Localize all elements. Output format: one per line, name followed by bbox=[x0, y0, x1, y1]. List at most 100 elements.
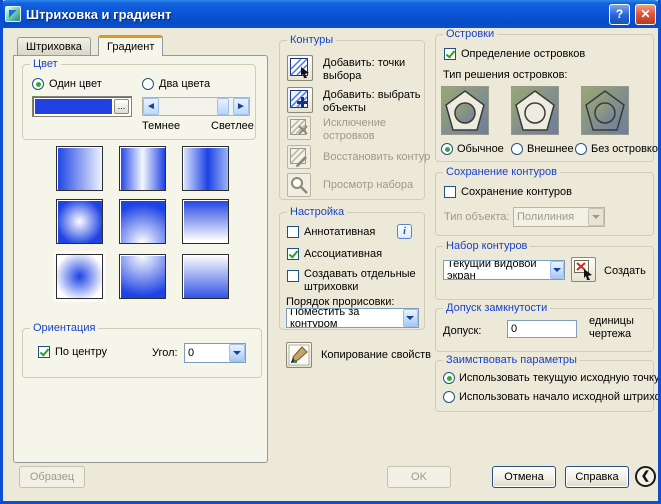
draw-order-combo-arrow-icon[interactable] bbox=[402, 309, 418, 327]
add-select-objects-label[interactable]: Добавить: выбрать объекты bbox=[323, 89, 423, 115]
island-detection-checkbox[interactable] bbox=[444, 48, 456, 60]
island-detection-label[interactable]: Определение островков bbox=[461, 48, 585, 60]
recreate-boundary-label: Восстановить контур bbox=[323, 151, 431, 163]
pick-points-icon bbox=[290, 58, 309, 78]
use-source-origin-label[interactable]: Использовать начало исходной штриховки bbox=[459, 391, 658, 403]
preview-button: Образец bbox=[19, 466, 85, 488]
recreate-boundary-button bbox=[287, 145, 311, 169]
remove-islands-button bbox=[287, 116, 311, 140]
options-group-title: Настройка bbox=[287, 206, 348, 218]
gradient-swatch-inverted-curved[interactable] bbox=[182, 254, 229, 299]
gap-units-label-line1: единицы bbox=[589, 315, 634, 327]
boundary-set-combo[interactable]: Текущий видовой экран bbox=[443, 260, 565, 280]
gradient-swatch-hemispherical[interactable] bbox=[119, 199, 166, 244]
close-button[interactable]: ✕ bbox=[635, 3, 656, 25]
remove-islands-icon bbox=[290, 119, 308, 135]
add-pick-points-label[interactable]: Добавить: точки выбора bbox=[323, 57, 423, 83]
inherit-properties-button[interactable] bbox=[286, 342, 312, 368]
associative-checkbox[interactable] bbox=[287, 248, 299, 260]
color-swatch-well: ... bbox=[32, 96, 132, 117]
gradient-swatch-inverted-spherical-selected[interactable] bbox=[54, 252, 105, 301]
annotative-checkbox[interactable] bbox=[287, 226, 299, 238]
draw-order-label: Порядок прорисовки: bbox=[286, 296, 395, 308]
shade-right-arrow[interactable]: ► bbox=[233, 98, 249, 115]
island-style-outer-image[interactable] bbox=[511, 86, 559, 135]
add-pick-points-button[interactable] bbox=[287, 55, 313, 81]
island-normal-label[interactable]: Обычное bbox=[457, 143, 504, 155]
separate-hatches-checkbox[interactable] bbox=[287, 270, 299, 282]
object-type-value: Полилиния bbox=[517, 211, 575, 223]
use-current-origin-radio[interactable] bbox=[443, 372, 455, 384]
one-color-radio[interactable] bbox=[32, 78, 44, 90]
draw-order-combo[interactable]: Поместить за контуром bbox=[286, 308, 419, 328]
cancel-button[interactable]: Отмена bbox=[492, 466, 556, 488]
shade-left-arrow[interactable]: ◄ bbox=[143, 98, 159, 115]
gradient-swatch-linear[interactable] bbox=[56, 146, 103, 191]
help-titlebar-button[interactable]: ? bbox=[609, 3, 630, 25]
orientation-group-title: Ориентация bbox=[30, 322, 99, 334]
angle-combo[interactable]: 0 bbox=[184, 343, 246, 363]
view-selections-label: Просмотр набора bbox=[323, 179, 414, 191]
use-current-origin-label[interactable]: Использовать текущую исходную точку bbox=[459, 372, 658, 384]
title-bar[interactable]: Штриховка и градиент ? ✕ bbox=[3, 0, 658, 28]
tab-hatch[interactable]: Штриховка bbox=[17, 37, 91, 56]
island-style-normal-image[interactable] bbox=[441, 86, 489, 135]
island-outer-label[interactable]: Внешнее bbox=[527, 143, 574, 155]
island-ignore-icon bbox=[582, 87, 628, 134]
color-browse-button[interactable]: ... bbox=[114, 99, 129, 114]
add-select-objects-button[interactable] bbox=[287, 87, 313, 113]
gradient-swatch-spherical[interactable] bbox=[56, 199, 103, 244]
centered-label[interactable]: По центру bbox=[55, 346, 107, 358]
draw-order-value: Поместить за контуром bbox=[290, 308, 360, 328]
retain-boundaries-checkbox[interactable] bbox=[444, 186, 456, 198]
two-colors-radio[interactable] bbox=[142, 78, 154, 90]
magnifier-icon bbox=[291, 177, 308, 194]
new-boundary-set-button[interactable] bbox=[571, 257, 596, 282]
associative-label[interactable]: Ассоциативная bbox=[304, 248, 382, 260]
annotative-label[interactable]: Аннотативная bbox=[304, 226, 375, 238]
gradient-swatch-cylinder[interactable] bbox=[119, 146, 166, 191]
inherit-options-group: Заимствовать параметры bbox=[435, 354, 654, 412]
retain-boundaries-label[interactable]: Сохранение контуров bbox=[461, 186, 572, 198]
new-boundary-set-icon bbox=[574, 260, 592, 280]
gradient-swatch-inverted-cylinder[interactable] bbox=[182, 146, 229, 191]
angle-value: 0 bbox=[188, 347, 195, 359]
gap-tolerance-input[interactable] bbox=[507, 320, 577, 338]
use-source-origin-radio[interactable] bbox=[443, 391, 455, 403]
gradient-swatch-inverted-hemispherical[interactable] bbox=[119, 254, 166, 299]
shade-track[interactable] bbox=[159, 98, 233, 115]
annotative-info-icon[interactable]: i bbox=[397, 224, 412, 239]
island-normal-radio[interactable] bbox=[441, 143, 453, 155]
inherit-properties-label[interactable]: Копирование свойств bbox=[321, 349, 431, 361]
select-objects-icon bbox=[290, 90, 308, 108]
collapse-preview-button[interactable]: ❮ bbox=[635, 466, 656, 487]
gradient-tab-page: Цвет Один цвет Два цвета ... ◄ ► Темнее … bbox=[13, 55, 268, 463]
angle-label: Угол: bbox=[152, 347, 178, 359]
island-normal-icon bbox=[442, 87, 488, 134]
separate-hatches-label[interactable]: Создавать отдельные штриховки bbox=[304, 268, 419, 294]
gap-units-label-line2: чертежа bbox=[589, 328, 632, 340]
new-boundary-set-label[interactable]: Создать bbox=[604, 265, 646, 277]
two-colors-label[interactable]: Два цвета bbox=[159, 78, 210, 90]
color-group-title: Цвет bbox=[30, 58, 61, 70]
hatch-gradient-dialog: Штриховка и градиент ? ✕ Штриховка Гради… bbox=[0, 0, 661, 504]
island-ignore-radio[interactable] bbox=[575, 143, 587, 155]
island-ignore-label[interactable]: Без островков bbox=[591, 143, 658, 155]
angle-combo-arrow-icon[interactable] bbox=[229, 344, 245, 362]
gradient-swatch-curved[interactable] bbox=[182, 199, 229, 244]
one-color-label[interactable]: Один цвет bbox=[49, 78, 102, 90]
island-outer-radio[interactable] bbox=[511, 143, 523, 155]
view-selections-button bbox=[287, 173, 311, 197]
shade-thumb[interactable] bbox=[216, 98, 229, 115]
boundary-set-combo-arrow-icon[interactable] bbox=[550, 261, 564, 279]
tab-gradient[interactable]: Градиент bbox=[98, 35, 164, 56]
recreate-boundary-icon bbox=[290, 148, 307, 167]
islands-group-title: Островки bbox=[443, 28, 498, 40]
ok-button: OK bbox=[387, 466, 451, 488]
lighter-label: Светлее bbox=[211, 120, 254, 132]
gap-tolerance-label: Допуск: bbox=[443, 325, 482, 337]
centered-checkbox[interactable] bbox=[38, 346, 50, 358]
help-button[interactable]: Справка bbox=[565, 466, 629, 488]
island-style-ignore-image[interactable] bbox=[581, 86, 629, 135]
shade-tint-slider[interactable]: ◄ ► bbox=[142, 97, 250, 116]
